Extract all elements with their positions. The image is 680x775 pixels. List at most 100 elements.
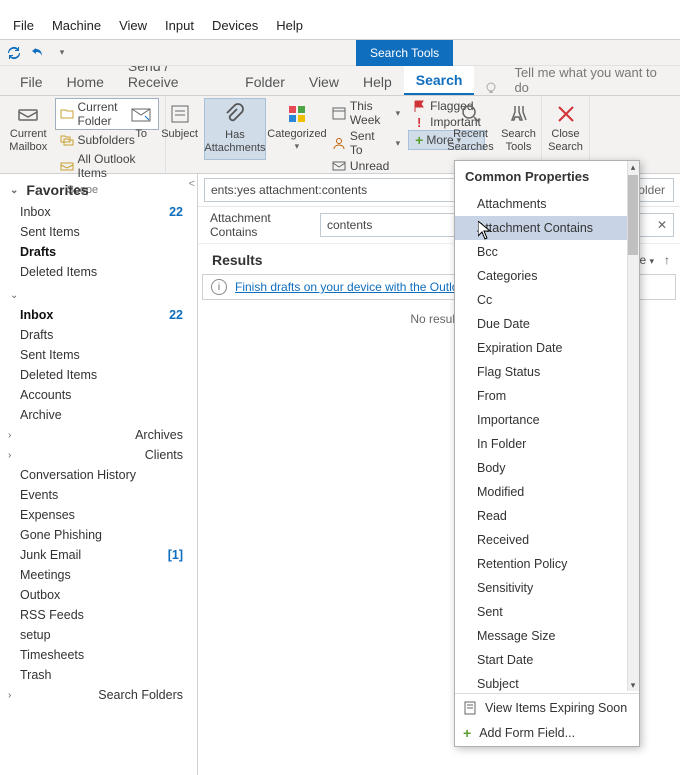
info-icon: i — [211, 279, 227, 295]
prop-importance[interactable]: Importance — [455, 408, 639, 432]
sent-to-button[interactable]: Sent To ▾ — [328, 128, 404, 158]
prop-from[interactable]: From — [455, 384, 639, 408]
sys-file[interactable]: File — [4, 12, 43, 39]
prop-attachments[interactable]: Attachments — [455, 192, 639, 216]
add-form-field-button[interactable]: +Add Form Field... — [455, 720, 639, 746]
subject-button[interactable]: Subject — [159, 98, 200, 145]
prop-sent[interactable]: Sent — [455, 600, 639, 624]
folder-search-folders[interactable]: ›Search Folders — [0, 685, 197, 705]
chevron-down-icon: ⌄ — [10, 185, 18, 196]
count-badge: [1] — [168, 548, 183, 562]
prop-attachment-contains[interactable]: Attachment Contains — [455, 216, 639, 240]
scroll-down-icon[interactable]: ▾ — [628, 679, 638, 691]
scroll-up-icon[interactable]: ▴ — [628, 161, 638, 173]
current-mailbox-button[interactable]: Current Mailbox — [6, 98, 51, 158]
to-button[interactable]: To — [127, 98, 155, 145]
view-expiring-button[interactable]: View Items Expiring Soon — [455, 696, 639, 720]
favorites-header[interactable]: ⌄Favorites — [0, 174, 197, 202]
close-search-button[interactable]: Close Search — [545, 98, 587, 158]
prop-due-date[interactable]: Due Date — [455, 312, 639, 336]
folder-trash[interactable]: Trash — [0, 665, 197, 685]
folder-accounts[interactable]: Accounts — [0, 385, 197, 405]
close-icon — [554, 102, 578, 126]
folder-expenses[interactable]: Expenses — [0, 505, 197, 525]
folder-drafts[interactable]: Drafts — [0, 325, 197, 345]
folder-timesheets[interactable]: Timesheets — [0, 645, 197, 665]
prop-message-size[interactable]: Message Size — [455, 624, 639, 648]
folder-conversation-history[interactable]: Conversation History — [0, 465, 197, 485]
tab-help[interactable]: Help — [351, 68, 404, 95]
qat-dropdown-icon[interactable]: ▾ — [54, 45, 70, 61]
folder-events[interactable]: Events — [0, 485, 197, 505]
prop-expiration-date[interactable]: Expiration Date — [455, 336, 639, 360]
folder-icon — [60, 107, 74, 121]
prop-start-date[interactable]: Start Date — [455, 648, 639, 672]
recent-searches-button[interactable]: Recent Searches — [448, 98, 494, 158]
fav-drafts[interactable]: Drafts — [0, 242, 197, 262]
prop-cc[interactable]: Cc — [455, 288, 639, 312]
folder-rss-feeds[interactable]: RSS Feeds — [0, 605, 197, 625]
folder-label: Accounts — [20, 388, 71, 402]
folder-clients[interactable]: ›Clients — [0, 445, 197, 465]
fav-inbox[interactable]: Inbox22 — [0, 202, 197, 222]
folder-inbox[interactable]: Inbox22 — [0, 305, 197, 325]
sys-machine[interactable]: Machine — [43, 12, 110, 39]
folder-label: Outbox — [20, 588, 60, 602]
prop-modified[interactable]: Modified — [455, 480, 639, 504]
undo-icon[interactable] — [30, 45, 46, 61]
prop-bcc[interactable]: Bcc — [455, 240, 639, 264]
tab-view[interactable]: View — [297, 68, 351, 95]
tab-home[interactable]: Home — [55, 68, 116, 95]
folder-junk-email[interactable]: Junk Email[1] — [0, 545, 197, 565]
sys-help[interactable]: Help — [267, 12, 312, 39]
folder-sent-items[interactable]: Sent Items — [0, 345, 197, 365]
prop-read[interactable]: Read — [455, 504, 639, 528]
tab-folder[interactable]: Folder — [233, 68, 297, 95]
prop-sensitivity[interactable]: Sensitivity — [455, 576, 639, 600]
tab-file[interactable]: File — [8, 68, 55, 95]
categorized-button[interactable]: Categorized▾ — [270, 98, 324, 156]
prop-subject[interactable]: Subject — [455, 672, 639, 691]
dropdown-scrollbar[interactable]: ▴ ▾ — [627, 161, 639, 691]
results-heading: Results — [212, 252, 263, 268]
chevron-right-icon: › — [8, 450, 11, 461]
unread-button[interactable]: Unread — [328, 158, 404, 174]
folder-label: RSS Feeds — [20, 608, 84, 622]
sys-devices[interactable]: Devices — [203, 12, 267, 39]
prop-in-folder[interactable]: In Folder — [455, 432, 639, 456]
clear-attachment-icon[interactable]: ✕ — [657, 218, 667, 232]
folder-gone-phishing[interactable]: Gone Phishing — [0, 525, 197, 545]
search-tools-button[interactable]: Search Tools — [498, 98, 540, 158]
sort-direction[interactable]: ↑ — [664, 253, 670, 267]
folder-outbox[interactable]: Outbox — [0, 585, 197, 605]
tell-me-input[interactable]: Tell me what you want to do — [514, 65, 672, 95]
collapse-nav-icon[interactable]: < — [189, 178, 195, 190]
tab-search[interactable]: Search — [404, 66, 475, 95]
mailbox-header[interactable]: ⌄ — [0, 282, 197, 305]
prop-received[interactable]: Received — [455, 528, 639, 552]
this-week-button[interactable]: This Week ▾ — [328, 98, 404, 128]
folder-archives[interactable]: ›Archives — [0, 425, 197, 445]
folder-deleted-items[interactable]: Deleted Items — [0, 365, 197, 385]
prop-body[interactable]: Body — [455, 456, 639, 480]
prop-retention-policy[interactable]: Retention Policy — [455, 552, 639, 576]
prop-categories[interactable]: Categories — [455, 264, 639, 288]
search-query-text: ents:yes attachment:contents — [211, 183, 367, 197]
folder-archive[interactable]: Archive — [0, 405, 197, 425]
search-tools-contextual-tab[interactable]: Search Tools — [356, 40, 453, 66]
fav-sent-items[interactable]: Sent Items — [0, 222, 197, 242]
fav-deleted-items[interactable]: Deleted Items — [0, 262, 197, 282]
prop-flag-status[interactable]: Flag Status — [455, 360, 639, 384]
count-badge: 22 — [169, 308, 183, 322]
search-icon — [459, 102, 483, 126]
categorized-label: Categorized — [267, 128, 326, 141]
scroll-thumb[interactable] — [628, 175, 638, 255]
has-attachments-button[interactable]: Has Attachments — [204, 98, 266, 160]
folder-meetings[interactable]: Meetings — [0, 565, 197, 585]
sys-view[interactable]: View — [110, 12, 156, 39]
sys-input[interactable]: Input — [156, 12, 203, 39]
page-icon — [463, 701, 477, 715]
folder-setup[interactable]: setup — [0, 625, 197, 645]
sync-icon[interactable] — [6, 45, 22, 61]
folder-label: Archives — [135, 428, 183, 442]
